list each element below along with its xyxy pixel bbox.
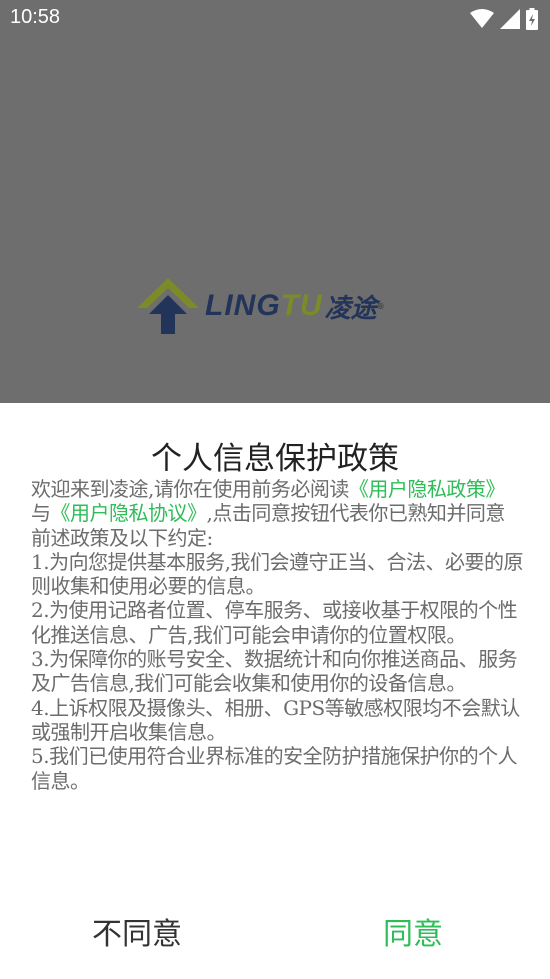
policy-item: 2.为使用记路者位置、停车服务、或接收基于权限的个性化推送信息、广告,我们可能会… xyxy=(31,598,518,647)
logo-chinese: 凌途 xyxy=(324,293,377,324)
policy-item: 1.为向您提供基本服务,我们会遵守正当、合法、必要的原则收集和使用必要的信息。 xyxy=(31,549,523,599)
logo-arrow-icon xyxy=(137,278,199,334)
status-time: 10:58 xyxy=(10,6,61,28)
privacy-agreement-link[interactable]: 《用户隐私协议》 xyxy=(51,501,208,525)
status-bar: 10:58 xyxy=(0,0,550,38)
logo-registered-mark: ® xyxy=(376,301,385,311)
status-icons xyxy=(470,8,538,30)
dialog-intro: 欢迎来到凌途,请你在使用前务必阅读《用户隐私政策》与《用户隐私协议》,点击同意按… xyxy=(31,477,506,550)
privacy-dialog: 个人信息保护政策 欢迎来到凌途,请你在使用前务必阅读《用户隐私政策》与《用户隐私… xyxy=(0,403,550,979)
dialog-title: 个人信息保护政策 xyxy=(151,441,399,477)
policy-item: 3.为保障你的账号安全、数据统计和向你推送商品、服务及广告信息,我们可能会收集和… xyxy=(31,647,518,696)
privacy-policy-link[interactable]: 《用户隐私政策》 xyxy=(349,477,506,501)
app-logo: LINGTU 凌途 ® xyxy=(137,276,385,336)
splash-background: 10:58 LINGTU 凌途 ® xyxy=(0,0,550,403)
dialog-body: 欢迎来到凌途,请你在使用前务必阅读《用户隐私政策》与《用户隐私协议》,点击同意按… xyxy=(31,477,523,793)
signal-icon xyxy=(500,9,520,29)
battery-icon xyxy=(526,8,538,30)
policy-item: 4.上诉权限及摄像头、相册、GPS等敏感权限均不会默认或强制开启收集信息。 xyxy=(31,695,520,744)
policy-item: 5.我们已使用符合业界标准的安全防护措施保护你的个人信息。 xyxy=(31,744,518,793)
agree-button[interactable]: 同意 xyxy=(383,909,443,953)
disagree-button[interactable]: 不同意 xyxy=(92,909,182,953)
logo-wordmark: LINGTU xyxy=(205,289,323,322)
wifi-icon xyxy=(470,9,494,28)
